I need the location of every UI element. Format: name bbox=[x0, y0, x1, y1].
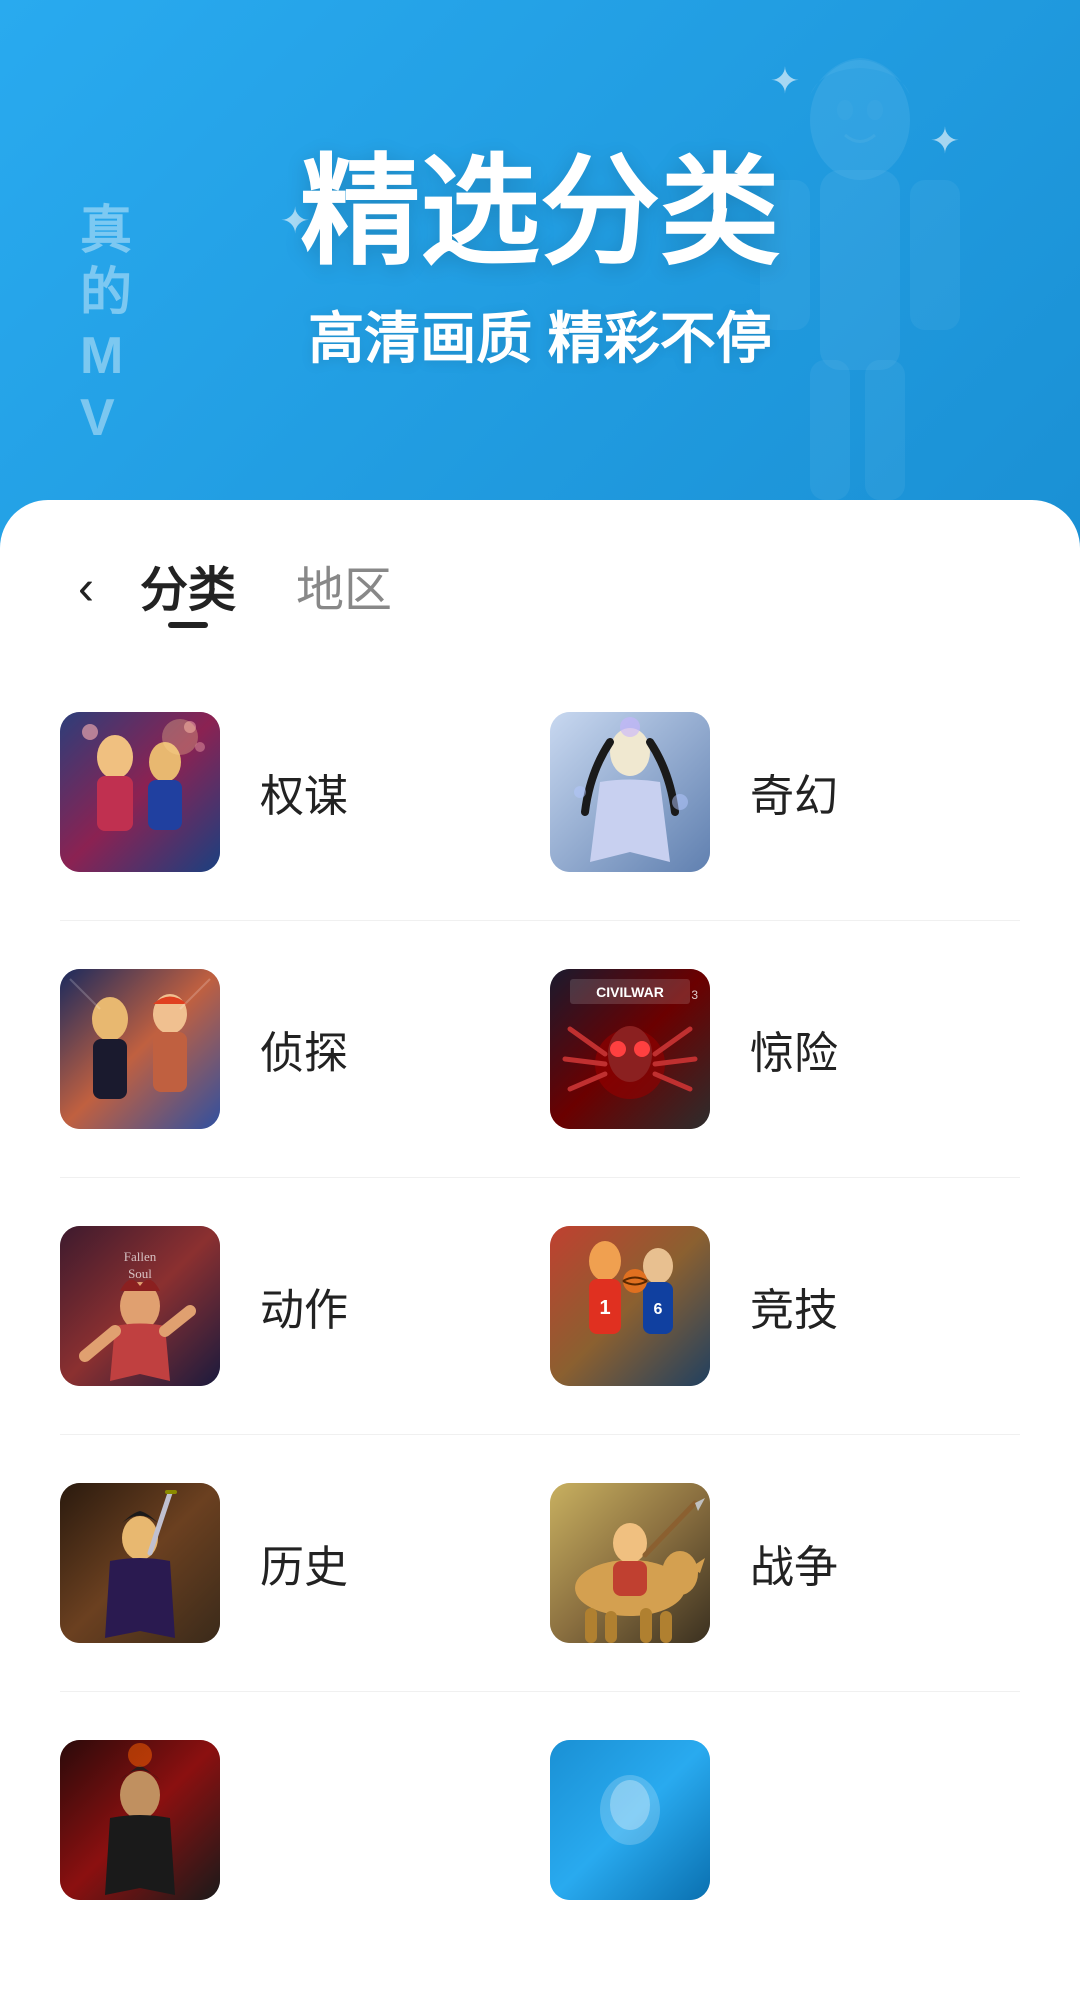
category-label-dongzuo: 动作 bbox=[260, 1274, 348, 1338]
category-item-dongzuo[interactable]: Fallen Soul 动作 bbox=[60, 1202, 530, 1410]
thumb-art-jingji: 1 6 bbox=[550, 1226, 710, 1386]
svg-text:Soul: Soul bbox=[128, 1266, 152, 1281]
category-label-jingji: 竞技 bbox=[750, 1274, 838, 1338]
category-item-lishi[interactable]: 历史 bbox=[60, 1459, 530, 1667]
svg-text:CIVILWAR: CIVILWAR bbox=[596, 984, 664, 1000]
category-label-zhentan: 侦探 bbox=[260, 1017, 348, 1081]
category-label-qihuan: 奇幻 bbox=[750, 760, 838, 824]
tab-fenlei[interactable]: 分类 bbox=[140, 550, 236, 628]
category-thumb-bottom1 bbox=[60, 1740, 220, 1900]
category-thumb-zhanzhen bbox=[550, 1483, 710, 1643]
category-thumb-lishi bbox=[60, 1483, 220, 1643]
svg-text:3: 3 bbox=[691, 988, 698, 1002]
divider-3 bbox=[60, 1434, 1020, 1435]
divider-2 bbox=[60, 1177, 1020, 1178]
category-label-jingxian: 惊险 bbox=[750, 1017, 838, 1081]
thumb-art-dongzuo: Fallen Soul bbox=[60, 1226, 220, 1386]
category-row-4: 历史 bbox=[60, 1459, 1020, 1667]
tab-bar: ‹ 分类 地区 bbox=[60, 500, 1020, 668]
category-thumb-dongzuo: Fallen Soul bbox=[60, 1226, 220, 1386]
category-item-bottom1[interactable] bbox=[60, 1716, 530, 1924]
thumb-art-qihuan bbox=[550, 712, 710, 872]
tab-items: 分类 地区 bbox=[140, 550, 392, 628]
thumb-art-zhentan bbox=[60, 969, 220, 1129]
category-item-jingji[interactable]: 1 6 竞技 bbox=[550, 1202, 1020, 1410]
svg-text:1: 1 bbox=[599, 1297, 610, 1319]
category-item-bottom2[interactable] bbox=[550, 1716, 1020, 1924]
category-item-jingxian[interactable]: CIVILWAR 3 bbox=[550, 945, 1020, 1153]
thumb-art-bottom1 bbox=[60, 1740, 220, 1900]
category-thumb-bottom2 bbox=[550, 1740, 710, 1900]
category-thumb-quanmou bbox=[60, 712, 220, 872]
thumb-art-zhanzhen bbox=[550, 1483, 710, 1643]
content-card: ‹ 分类 地区 bbox=[0, 500, 1080, 2004]
category-thumb-jingji: 1 6 bbox=[550, 1226, 710, 1386]
hero-sub-title: 高清画质 精彩不停 bbox=[300, 294, 780, 375]
thumb-art-bottom2 bbox=[550, 1740, 710, 1900]
category-item-qihuan[interactable]: 奇幻 bbox=[550, 688, 1020, 896]
category-grid: 权谋 bbox=[60, 688, 1020, 1924]
back-button[interactable]: ‹ bbox=[60, 559, 120, 619]
category-thumb-qihuan bbox=[550, 712, 710, 872]
hero-title-block: 精选分类 高清画质 精彩不停 bbox=[300, 146, 780, 375]
back-icon: ‹ bbox=[78, 565, 94, 613]
category-thumb-zhentan bbox=[60, 969, 220, 1129]
svg-text:Fallen: Fallen bbox=[124, 1249, 157, 1264]
category-item-zhentan[interactable]: 侦探 bbox=[60, 945, 530, 1153]
svg-text:6: 6 bbox=[654, 1301, 663, 1318]
hero-section: ✦ ✦ ✦ 真 的 M V 精选分类 高清画质 精彩不停 bbox=[0, 0, 1080, 560]
category-thumb-jingxian: CIVILWAR 3 bbox=[550, 969, 710, 1129]
category-row-1: 权谋 bbox=[60, 688, 1020, 896]
category-row-5 bbox=[60, 1716, 1020, 1924]
hero-main-title: 精选分类 bbox=[300, 146, 780, 278]
category-label-quanmou: 权谋 bbox=[260, 760, 348, 824]
category-label-lishi: 历史 bbox=[260, 1531, 348, 1595]
category-row-3: Fallen Soul 动作 bbox=[60, 1202, 1020, 1410]
hero-decor-text: 真 的 M V bbox=[80, 200, 132, 450]
divider-1 bbox=[60, 920, 1020, 921]
thumb-art-lishi bbox=[60, 1483, 220, 1643]
divider-4 bbox=[60, 1691, 1020, 1692]
category-item-quanmou[interactable]: 权谋 bbox=[60, 688, 530, 896]
category-item-zhanzhen[interactable]: 战争 bbox=[550, 1459, 1020, 1667]
thumb-art-quanmou bbox=[60, 712, 220, 872]
category-row-2: 侦探 CIVI bbox=[60, 945, 1020, 1153]
tab-diqu[interactable]: 地区 bbox=[296, 550, 392, 628]
thumb-art-jingxian: CIVILWAR 3 bbox=[550, 969, 710, 1129]
category-label-zhanzhen: 战争 bbox=[750, 1531, 838, 1595]
